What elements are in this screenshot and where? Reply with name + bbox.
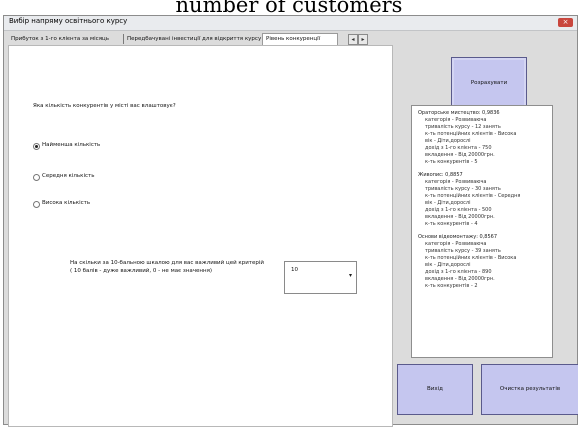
tab-profit[interactable]: Прибуток з 1-го клієнта за місяць <box>8 34 124 44</box>
radio-high[interactable] <box>33 201 40 208</box>
result-line: категорія - Розвиваюча <box>425 179 487 185</box>
result-line: к-ть потенційних клієнтів - Висока <box>425 255 517 261</box>
option-high-label: Висока кількість <box>42 200 91 206</box>
radio-medium[interactable] <box>33 174 40 181</box>
result-line: вік - Діти,дорослі <box>425 138 471 144</box>
results-list[interactable]: Ораторське мистецтво: 0,9836 категорія -… <box>411 105 553 358</box>
calculate-button[interactable]: Розрахувати <box>451 57 527 109</box>
app-window: Вибір напряму освітнього курсу × Прибуто… <box>3 15 578 427</box>
result-line: к-ть конкурентів - 4 <box>425 221 478 227</box>
result-line: дохід з 1-го клієнта - 500 <box>425 207 492 213</box>
result-line: вкладення - Від 20000грн. <box>425 276 495 282</box>
result-item: Ораторське мистецтво: 0,9836 категорія -… <box>418 110 546 166</box>
close-button[interactable]: × <box>558 18 573 27</box>
tab-scroll-left-icon[interactable]: ◂ <box>348 34 358 45</box>
importance-select[interactable]: 10 ▾ <box>284 261 357 294</box>
result-title: Ораторське мистецтво: 0,9836 <box>418 110 500 116</box>
tab-strip: Прибуток з 1-го клієнта за місяць Передб… <box>8 33 368 46</box>
option-medium-label: Середня кількість <box>42 173 95 179</box>
result-line: категорія - Розвиваюча <box>425 241 487 247</box>
exit-button[interactable]: Вихід <box>397 364 473 415</box>
competition-question: Яка кількість конкурентів у місті вас вл… <box>33 103 176 109</box>
importance-label-line2: ( 10 балів - дуже важливий, 0 - не має з… <box>70 268 213 274</box>
result-title: Живопис: 0,8857 <box>418 172 463 178</box>
result-line: вік - Діти,дорослі <box>425 262 471 268</box>
result-title: Основи відеомонтажу: 0,8567 <box>418 234 498 240</box>
importance-label: На скільки за 10-бальною шкалою для вас … <box>70 259 264 275</box>
result-line: тривалість курсу - 39 занять <box>425 248 501 254</box>
result-line: вкладення - Від 20000грн. <box>425 152 495 158</box>
result-line: категорія - Розвиваюча <box>425 117 487 123</box>
clear-results-button[interactable]: Очистка результатів <box>481 364 578 415</box>
result-line: к-ть потенційних клієнтів - Висока <box>425 131 517 137</box>
result-line: дохід з 1-го клієнта - 890 <box>425 269 492 275</box>
radio-lowest[interactable] <box>33 143 40 150</box>
importance-label-line1: На скільки за 10-бальною шкалою для вас … <box>70 260 264 266</box>
importance-value: 10 <box>291 267 298 273</box>
result-line: к-ть потенційних клієнтів - Середня <box>425 193 521 199</box>
tab-panel: Яка кількість конкурентів у місті вас вл… <box>8 45 393 427</box>
result-line: тривалість курсу - 30 занять <box>425 186 501 192</box>
result-item: Живопис: 0,8857 категорія - Розвиваюча т… <box>418 172 546 228</box>
window-title: Вибір напряму освітнього курсу <box>9 17 128 25</box>
chevron-down-icon[interactable]: ▾ <box>349 272 352 279</box>
option-lowest-label: Найменша кількість <box>42 142 101 148</box>
result-line: тривалість курсу - 12 занять <box>425 124 501 130</box>
result-line: к-ть конкурентів - 2 <box>425 283 478 289</box>
tab-investments[interactable]: Передбачувані інвестиції для відкриття к… <box>124 34 263 44</box>
result-item: Основи відеомонтажу: 0,8567 категорія - … <box>418 234 546 290</box>
result-line: к-ть конкурентів - 5 <box>425 159 478 165</box>
result-line: вкладення - Від 20000грн. <box>425 214 495 220</box>
title-bar: Вибір напряму освітнього курсу × <box>4 16 577 31</box>
result-line: дохід з 1-го клієнта - 750 <box>425 145 492 151</box>
result-line: вік - Діти,дорослі <box>425 200 471 206</box>
tab-scroll-right-icon[interactable]: ▸ <box>358 34 368 45</box>
